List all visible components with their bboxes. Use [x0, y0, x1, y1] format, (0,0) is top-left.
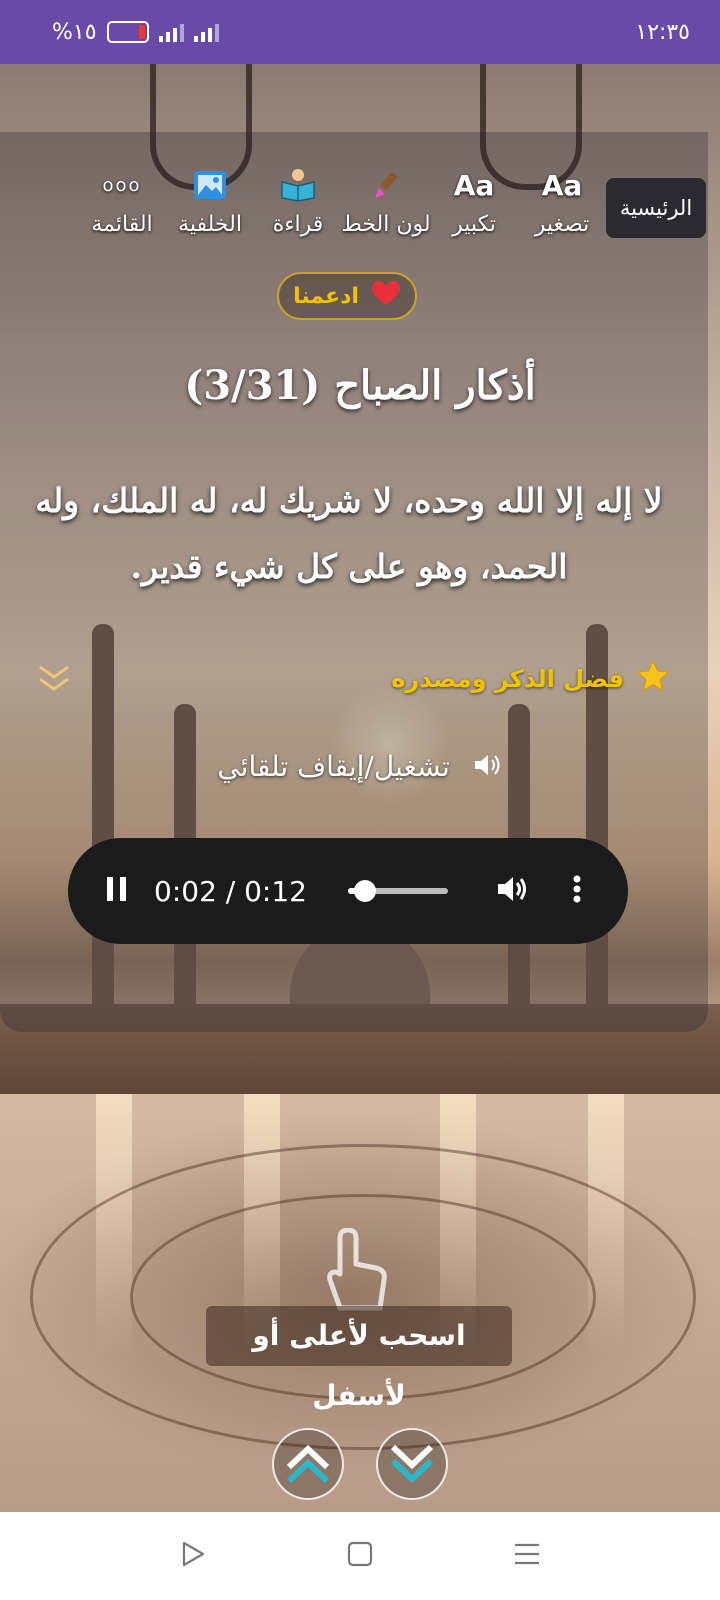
reading-book-icon — [279, 166, 317, 204]
next-button[interactable] — [376, 1428, 448, 1500]
seek-bar[interactable] — [348, 880, 448, 902]
seek-handle[interactable] — [354, 880, 376, 902]
swipe-hint: اسحب لأعلى أو لأسفل — [206, 1306, 512, 1412]
reading-button[interactable]: قراءة — [254, 166, 342, 237]
double-chevron-down-icon — [390, 1444, 434, 1484]
system-navigation-bar — [0, 1512, 720, 1600]
speaker-icon — [473, 752, 503, 785]
decrease-font-button[interactable]: Aa تصغير — [518, 166, 606, 238]
menu-label: القائمة — [91, 212, 153, 237]
status-bar: %١٥ ١٢:٣٥ — [0, 0, 720, 64]
image-icon — [193, 166, 227, 204]
paint-brush-icon — [369, 166, 403, 204]
reading-label: قراءة — [272, 212, 324, 237]
autoplay-label: تشغيل/إيقاف تلقائي — [217, 750, 450, 783]
decrease-font-label: تصغير — [534, 212, 590, 237]
hand-swipe-icon — [318, 1227, 392, 1318]
previous-button[interactable] — [272, 1428, 344, 1500]
volume-button[interactable] — [496, 874, 530, 908]
support-label: ادعمنا — [293, 283, 359, 309]
dhikr-text: لا إله إلا الله وحده، لا شريك له، له الم… — [35, 481, 663, 586]
font-small-icon: Aa — [541, 168, 583, 202]
recent-apps-icon[interactable] — [513, 1541, 541, 1571]
increase-font-button[interactable]: Aa تكبير — [430, 166, 518, 238]
back-icon[interactable] — [179, 1540, 207, 1572]
support-button[interactable]: ادعمنا — [277, 272, 417, 320]
virtue-link[interactable]: فضل الذكر ومصدره — [391, 659, 670, 698]
star-icon — [636, 659, 670, 698]
pause-button[interactable] — [104, 874, 130, 908]
font-color-button[interactable]: لون الخط — [341, 166, 431, 237]
home-button[interactable]: الرئيسية — [606, 178, 706, 238]
more-dots-icon: ooo — [102, 174, 142, 196]
battery-icon — [106, 21, 149, 43]
battery-percent: %١٥ — [52, 19, 97, 45]
background-label: الخلفية — [178, 212, 242, 237]
signal-icon — [158, 22, 184, 42]
signal-icon-2 — [193, 22, 219, 42]
page-title: أذكار الصباح (3/31) — [184, 362, 536, 409]
clock: ١٢:٣٥ — [635, 19, 690, 45]
status-indicators: %١٥ — [52, 20, 219, 45]
home-icon[interactable] — [347, 1541, 373, 1571]
toolbar: الرئيسية Aa تصغير Aa تكبير لون الخط قراء… — [0, 166, 720, 256]
audio-player: 0:02 / 0:12 — [68, 838, 628, 944]
increase-font-label: تكبير — [452, 212, 496, 237]
background-button[interactable]: الخلفية — [166, 166, 254, 237]
virtue-label: فضل الذكر ومصدره — [391, 665, 624, 693]
more-options-button[interactable] — [572, 874, 582, 908]
double-chevron-up-icon — [286, 1444, 330, 1484]
font-large-icon: Aa — [453, 168, 495, 202]
chevron-double-down-icon[interactable] — [36, 662, 72, 700]
font-color-label: لون الخط — [341, 212, 431, 237]
heart-icon — [371, 280, 401, 312]
autoplay-toggle[interactable]: تشغيل/إيقاف تلقائي — [0, 750, 720, 785]
time-display: 0:02 / 0:12 — [154, 874, 307, 908]
menu-button[interactable]: ooo القائمة — [78, 166, 166, 238]
